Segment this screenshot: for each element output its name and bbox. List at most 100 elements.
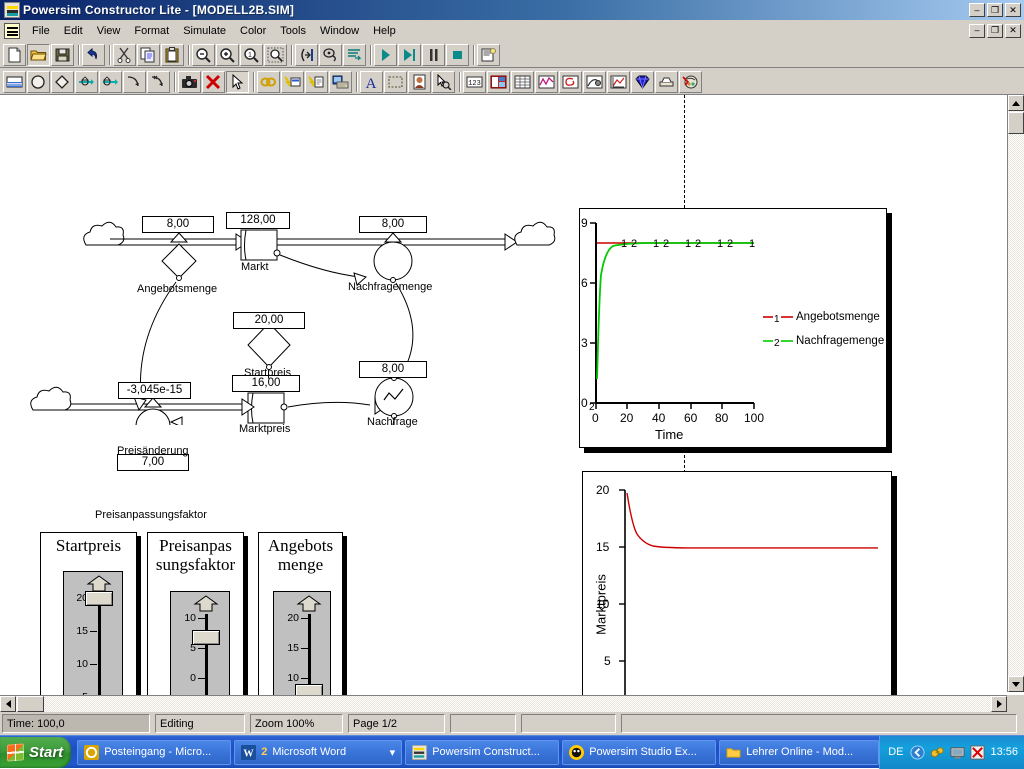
pause-icon[interactable] <box>422 43 445 66</box>
open-folder-icon[interactable] <box>27 43 50 66</box>
numeric-display-icon[interactable]: 123 <box>463 70 486 93</box>
model-canvas[interactable]: 8,00 128,00 8,00 20,00 16,00 8,00 -3,045… <box>0 95 1002 695</box>
cut-scissors-icon[interactable] <box>113 43 136 66</box>
constant-diamond-icon[interactable] <box>51 70 74 93</box>
level-stock-icon[interactable] <box>3 70 26 93</box>
presentation-mode-icon[interactable] <box>679 70 702 93</box>
undo-arrow-icon[interactable] <box>82 43 105 66</box>
link-from-source-icon[interactable] <box>305 70 328 93</box>
new-document-icon[interactable] <box>3 43 26 66</box>
menu-item-file[interactable]: File <box>25 23 57 39</box>
select-pointer-icon[interactable] <box>226 70 249 93</box>
display-icon[interactable] <box>950 745 965 760</box>
copy-icon[interactable] <box>137 43 160 66</box>
switch-icon[interactable] <box>583 70 606 93</box>
chain-link-icon[interactable] <box>257 70 280 93</box>
menu-item-simulate[interactable]: Simulate <box>176 23 233 39</box>
scroll-down-button[interactable] <box>1008 676 1024 692</box>
taskbar-item-powersim-constructor[interactable]: Powersim Construct... <box>405 739 560 765</box>
restore-button[interactable]: ❐ <box>987 3 1003 17</box>
reset-simulation-icon[interactable] <box>319 43 342 66</box>
mdi-document-icon[interactable] <box>4 22 20 39</box>
vertical-scroll-thumb[interactable] <box>1008 112 1024 134</box>
slider-panel-preisanpassungsfaktor[interactable]: Preisanpas sungsfaktor 10 5 0 <box>147 532 244 695</box>
taskbar-item-word[interactable]: W 2 Microsoft Word ▾ <box>234 739 403 765</box>
zoom-100-icon[interactable]: 1 <box>240 43 263 66</box>
tray-clock[interactable]: 13:56 <box>990 746 1018 758</box>
menu-item-view[interactable]: View <box>90 23 128 39</box>
start-button[interactable]: Start <box>0 736 72 768</box>
flow-in-icon[interactable] <box>75 70 98 93</box>
slider-up-arrow-angebotsmenge[interactable] <box>296 595 322 613</box>
antivirus-icon[interactable] <box>970 744 985 760</box>
horizontal-scroll-thumb[interactable] <box>17 696 44 712</box>
value-box-angebotsmenge[interactable]: 8,00 <box>142 216 214 233</box>
step-settings-icon[interactable] <box>343 43 366 66</box>
slider-panel-startpreis[interactable]: Startpreis 20 15 10 <box>40 532 137 695</box>
export-data-icon[interactable] <box>329 70 352 93</box>
gauge-icon[interactable] <box>559 70 582 93</box>
minimize-button[interactable]: – <box>969 3 985 17</box>
snapshot-camera-icon[interactable] <box>178 70 201 93</box>
menu-item-format[interactable]: Format <box>127 23 176 39</box>
slider-thumb-angebotsmenge[interactable] <box>295 684 323 695</box>
chart-mengen[interactable]: 12 12 12 12 1 9 6 3 0 0 20 40 60 80 100 … <box>579 208 887 448</box>
slider-thumb-startpreis[interactable] <box>85 591 113 606</box>
goto-start-icon[interactable] <box>295 43 318 66</box>
value-box-markt[interactable]: 128,00 <box>226 212 290 229</box>
taskbar-item-powersim-studio[interactable]: Powersim Studio Ex... <box>562 739 717 765</box>
menu-item-color[interactable]: Color <box>233 23 273 39</box>
stop-icon[interactable] <box>446 43 469 66</box>
taskbar-item-lehrer-online[interactable]: Lehrer Online - Mod... <box>719 739 880 765</box>
horizontal-scrollbar[interactable] <box>0 695 1007 712</box>
zoom-selection-icon[interactable] <box>264 43 287 66</box>
value-box-preisaenderung[interactable]: -3,045e-15 <box>118 382 191 399</box>
tray-language[interactable]: DE <box>888 746 903 758</box>
slider-thumb-preisanpassungsfaktor[interactable] <box>192 630 220 645</box>
value-box-nachfragemenge[interactable]: 8,00 <box>359 216 427 233</box>
taskbar-word-dropdown-icon[interactable]: ▾ <box>390 746 396 759</box>
play-run-icon[interactable] <box>374 43 397 66</box>
time-graph-icon[interactable] <box>535 70 558 93</box>
taskbar-item-outlook[interactable]: Posteingang - Micro... <box>77 739 232 765</box>
scroll-right-button[interactable] <box>991 696 1007 712</box>
mdi-minimize-button[interactable]: – <box>969 23 985 38</box>
mdi-close-button[interactable]: ✕ <box>1005 23 1021 38</box>
picture-icon[interactable] <box>408 70 431 93</box>
vertical-scrollbar[interactable] <box>1007 95 1024 692</box>
step-forward-icon[interactable] <box>398 43 421 66</box>
link-to-target-icon[interactable] <box>281 70 304 93</box>
frame-rectangle-icon[interactable] <box>384 70 407 93</box>
network-icon[interactable] <box>930 745 945 760</box>
auxiliary-circle-icon[interactable] <box>27 70 50 93</box>
zoom-pointer-icon[interactable] <box>432 70 455 93</box>
scroll-up-button[interactable] <box>1008 95 1024 111</box>
diamond-gem-icon[interactable] <box>631 70 654 93</box>
slider-control-icon[interactable] <box>487 70 510 93</box>
link-delete-icon[interactable] <box>147 70 170 93</box>
delete-x-icon[interactable] <box>202 70 225 93</box>
text-tool-icon[interactable]: A <box>360 70 383 93</box>
menu-item-window[interactable]: Window <box>313 23 366 39</box>
value-box-nachfrage[interactable]: 8,00 <box>359 361 427 378</box>
slider-track-preisanpassungsfaktor[interactable]: 10 5 0 -5 -10 <box>170 591 230 695</box>
link-curve-icon[interactable] <box>123 70 146 93</box>
slider-up-arrow-preisanpassungsfaktor[interactable] <box>193 595 219 613</box>
zoom-out-icon[interactable] <box>192 43 215 66</box>
menu-item-tools[interactable]: Tools <box>273 23 313 39</box>
save-disk-icon[interactable] <box>51 43 74 66</box>
table-icon[interactable] <box>511 70 534 93</box>
scatter-graph-icon[interactable] <box>607 70 630 93</box>
menu-item-help[interactable]: Help <box>366 23 403 39</box>
tray-icon[interactable] <box>655 70 678 93</box>
scroll-left-button[interactable] <box>0 696 16 712</box>
chart-marktpreis[interactable]: 20 15 10 5 0 0 20 40 60 80 100 Time Mark… <box>582 471 892 695</box>
paste-clipboard-icon[interactable] <box>161 43 184 66</box>
value-box-startpreis[interactable]: 20,00 <box>233 312 305 329</box>
show-hidden-icon[interactable] <box>910 744 925 760</box>
menu-item-edit[interactable]: Edit <box>57 23 90 39</box>
slider-track-angebotsmenge[interactable]: 20 15 10 5 0 <box>273 591 331 695</box>
close-button[interactable]: ✕ <box>1005 3 1021 17</box>
flow-out-icon[interactable] <box>99 70 122 93</box>
properties-icon[interactable] <box>477 43 500 66</box>
